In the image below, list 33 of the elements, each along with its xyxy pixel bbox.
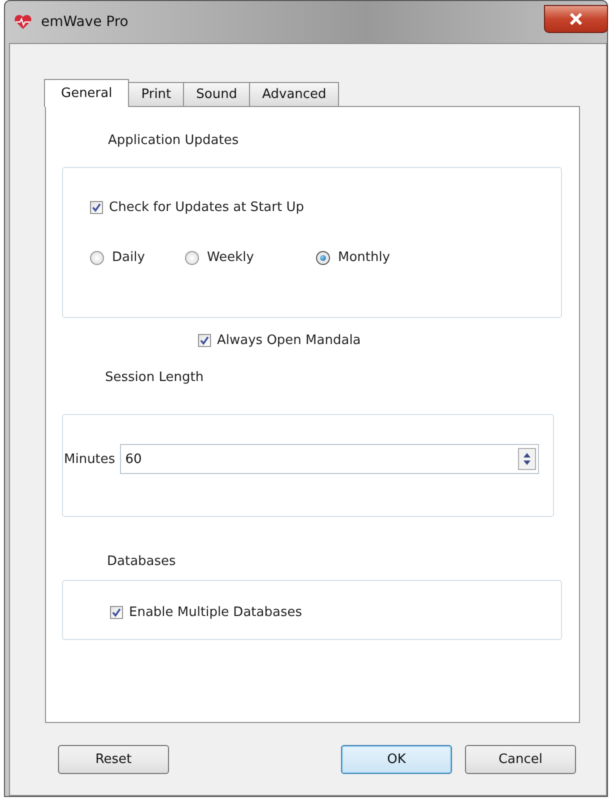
dialog-button[interactable]: OK: [341, 744, 452, 774]
spinner-button[interactable]: [518, 448, 536, 470]
group-heading: Databases: [106, 553, 177, 571]
checkbox-label[interactable]: Check for Updates at Start Up: [109, 200, 304, 215]
close-button[interactable]: [544, 5, 608, 33]
checkbox-label[interactable]: Enable Multiple Databases: [129, 605, 302, 620]
radio-button[interactable]: [185, 250, 199, 264]
checkmark-icon: [112, 608, 121, 617]
group-heading: Session Length: [104, 369, 205, 387]
minutes-field[interactable]: 60: [120, 444, 539, 474]
heart-icon: [13, 14, 33, 30]
tab[interactable]: Print: [128, 82, 184, 106]
radio-button[interactable]: [90, 250, 104, 264]
radio-label[interactable]: Monthly: [338, 250, 390, 265]
radio-button[interactable]: [316, 250, 330, 264]
checkbox[interactable]: [110, 606, 123, 619]
window-title: emWave Pro: [41, 14, 128, 30]
tab[interactable]: General: [44, 79, 130, 107]
close-icon: [569, 13, 583, 25]
checkbox[interactable]: [198, 334, 211, 347]
tab[interactable]: Sound: [183, 82, 250, 106]
radio-label[interactable]: Daily: [112, 250, 145, 265]
group-heading: Application Updates: [107, 132, 240, 150]
field-label: Minutes: [63, 452, 116, 466]
checkbox[interactable]: [90, 201, 103, 214]
radio-label[interactable]: Weekly: [207, 250, 254, 265]
spinner-arrows-icon: [522, 451, 532, 467]
checkmark-icon: [92, 203, 101, 212]
checkbox-label[interactable]: Always Open Mandala: [217, 333, 361, 348]
tab[interactable]: Advanced: [249, 82, 340, 106]
checkmark-icon: [200, 336, 209, 345]
dialog-button[interactable]: Cancel: [465, 744, 576, 774]
dialog-button[interactable]: Reset: [58, 744, 169, 774]
